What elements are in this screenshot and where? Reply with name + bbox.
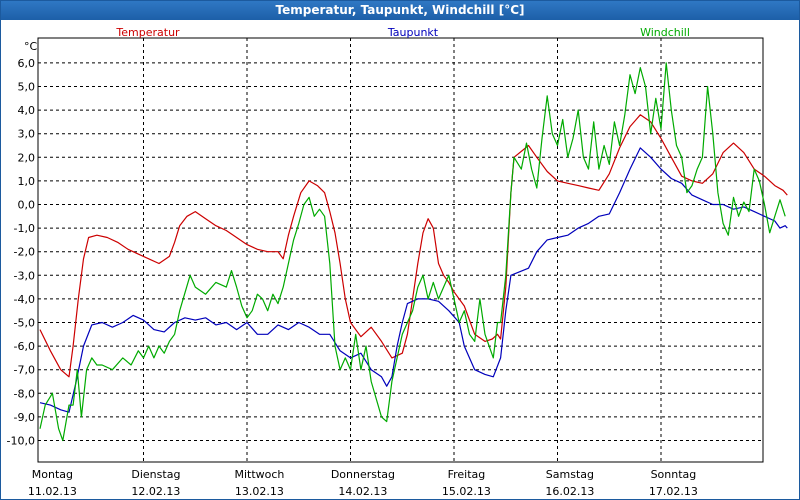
x-tick-weekday: Mittwoch — [234, 468, 284, 481]
y-tick-label: -4,0 — [14, 293, 35, 306]
legend: Temperatur Taupunkt Windchill — [115, 26, 690, 39]
y-tick-label: 1,0 — [18, 175, 36, 188]
y-tick-label: 2,0 — [18, 151, 36, 164]
x-tick-date: 14.02.13 — [338, 485, 387, 498]
y-axis: °C 6,0 5,0 4,0 3,0 2,0 1,0 0,0 -1,0 -2,0 -3,0 -4,0… — [7, 40, 38, 448]
line-chart: °C 6,0 5,0 4,0 3,0 2,0 1,0 0,0 -1,0 -2,0 -3,0 -4,0… — [7, 26, 788, 498]
x-tick-weekday: Samstag — [546, 468, 594, 481]
y-tick-label: -2,0 — [14, 246, 35, 259]
x-tick-date: 13.02.13 — [235, 485, 284, 498]
y-tick-label: -6,0 — [14, 340, 35, 353]
x-tick-weekday: Dienstag — [131, 468, 180, 481]
x-axis: Montag 11.02.13 Dienstag 12.02.13 Mittwoch 13… — [28, 468, 698, 498]
y-tick-label: 3,0 — [18, 128, 36, 141]
y-tick-label: -8,0 — [14, 387, 35, 400]
y-tick-label: -1,0 — [14, 222, 35, 235]
legend-item-temperatur: Temperatur — [115, 26, 180, 39]
y-tick-label: -5,0 — [14, 317, 35, 330]
plot-area — [37, 37, 764, 463]
y-tick-label: -3,0 — [14, 269, 35, 282]
y-tick-label: 0,0 — [18, 199, 36, 212]
y-tick-label: 4,0 — [18, 104, 36, 117]
legend-item-windchill: Windchill — [640, 26, 690, 39]
legend-item-taupunkt: Taupunkt — [387, 26, 439, 39]
x-tick-date: 11.02.13 — [28, 485, 77, 498]
x-tick-date: 12.02.13 — [131, 485, 180, 498]
y-tick-label: -9,0 — [14, 411, 35, 424]
x-tick-date: 17.02.13 — [649, 485, 698, 498]
x-tick-date: 15.02.13 — [442, 485, 491, 498]
x-tick-weekday: Sonntag — [651, 468, 697, 481]
y-tick-label: -7,0 — [14, 364, 35, 377]
y-tick-label: 5,0 — [18, 81, 36, 94]
x-tick-weekday: Montag — [32, 468, 73, 481]
y-tick-label: 6,0 — [18, 57, 36, 70]
x-tick-date: 16.02.13 — [545, 485, 594, 498]
x-tick-weekday: Freitag — [448, 468, 486, 481]
x-tick-weekday: Donnerstag — [331, 468, 395, 481]
y-tick-label: -10,0 — [7, 435, 35, 448]
y-unit-label: °C — [24, 40, 38, 53]
